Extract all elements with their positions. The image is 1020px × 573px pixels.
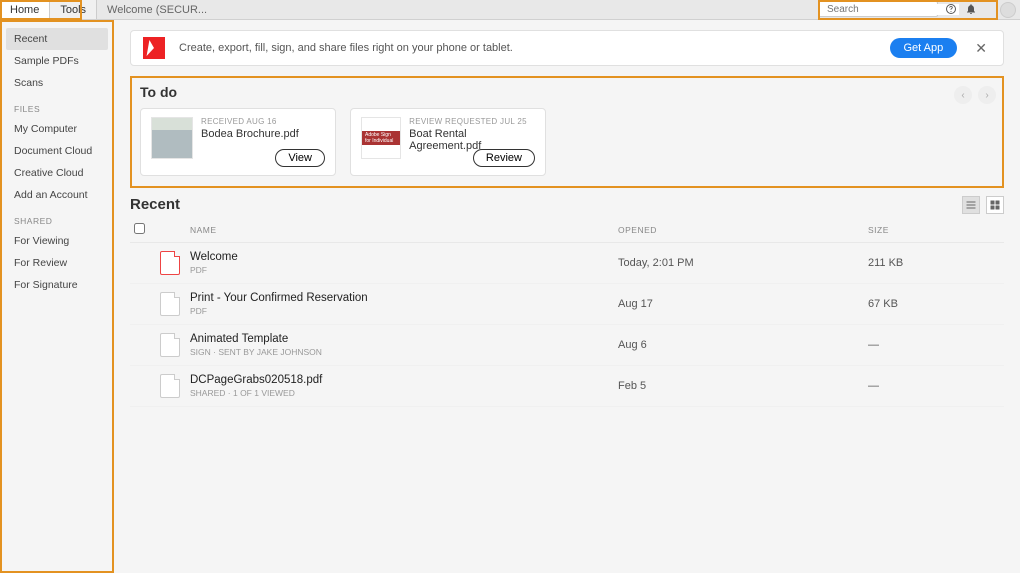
card-filename: Bodea Brochure.pdf: [201, 128, 299, 140]
sidebar-item-for-review[interactable]: For Review: [6, 252, 108, 274]
adobe-logo-icon: [143, 37, 165, 59]
sidebar-item-my-computer[interactable]: My Computer: [6, 118, 108, 140]
card-meta: RECEIVED AUG 16: [201, 117, 299, 126]
file-opened: Aug 6: [614, 325, 864, 366]
card-thumbnail: Adobe Sign for Individual: [361, 117, 401, 159]
file-icon: [160, 374, 180, 398]
sidebar-item-add-account[interactable]: Add an Account: [6, 184, 108, 206]
table-row[interactable]: Animated Template SIGN · Sent by Jake Joh…: [130, 325, 1004, 366]
close-icon[interactable]: ✕: [971, 40, 991, 57]
col-opened: OPENED: [614, 217, 864, 243]
sidebar-item-scans[interactable]: Scans: [6, 72, 108, 94]
list-view-toggle[interactable]: [962, 196, 980, 214]
file-name: Print - Your Confirmed Reservation: [190, 292, 610, 304]
tab-home[interactable]: Home: [0, 0, 50, 19]
avatar[interactable]: [1000, 2, 1016, 18]
recent-table: NAME OPENED SIZE Welcome PDF Today, 2:01 P…: [130, 217, 1004, 407]
file-name: Animated Template: [190, 333, 610, 345]
file-opened: Feb 5: [614, 366, 864, 407]
file-icon: [160, 292, 180, 316]
file-subtext: SHARED · 1 of 1 viewed: [190, 388, 610, 398]
recent-section: Recent NAME OPENED SIZE Welcome PDF Today,…: [130, 196, 1004, 407]
sidebar-item-recent[interactable]: Recent: [6, 28, 108, 50]
search-box[interactable]: [818, 1, 938, 17]
col-name: NAME: [186, 217, 614, 243]
document-tab[interactable]: Welcome (SECUR...: [97, 0, 217, 19]
sidebar-item-creative-cloud[interactable]: Creative Cloud: [6, 162, 108, 184]
table-row[interactable]: Print - Your Confirmed Reservation PDF Aug…: [130, 284, 1004, 325]
sidebar-heading-shared: SHARED: [6, 206, 108, 230]
file-name: Welcome: [190, 251, 610, 263]
file-opened: Aug 17: [614, 284, 864, 325]
file-subtext: PDF: [190, 306, 610, 316]
view-button[interactable]: View: [275, 149, 325, 167]
main-area: Create, export, fill, sign, and share fi…: [114, 20, 1020, 573]
carousel-next-icon[interactable]: ›: [978, 86, 996, 104]
file-subtext: PDF: [190, 265, 610, 275]
file-subtext: SIGN · Sent by Jake Johnson: [190, 347, 610, 357]
sidebar-item-for-signature[interactable]: For Signature: [6, 274, 108, 296]
file-size: —: [864, 325, 1004, 366]
file-opened: Today, 2:01 PM: [614, 243, 864, 284]
sidebar-item-sample-pdfs[interactable]: Sample PDFs: [6, 50, 108, 72]
help-icon[interactable]: [944, 2, 958, 16]
card-meta: REVIEW REQUESTED JUL 25: [409, 117, 535, 126]
file-icon: [160, 251, 180, 275]
select-all-checkbox[interactable]: [134, 223, 145, 234]
file-size: —: [864, 366, 1004, 407]
recent-title: Recent: [130, 196, 1004, 213]
table-row[interactable]: Welcome PDF Today, 2:01 PM211 KB: [130, 243, 1004, 284]
tab-tools[interactable]: Tools: [50, 0, 97, 19]
search-input[interactable]: [827, 4, 959, 15]
bell-icon[interactable]: [964, 2, 978, 16]
review-button[interactable]: Review: [473, 149, 535, 167]
card-thumbnail: [151, 117, 193, 159]
top-bar: Home Tools Welcome (SECUR...: [0, 0, 1020, 20]
todo-title: To do: [140, 84, 177, 100]
sidebar-item-for-viewing[interactable]: For Viewing: [6, 230, 108, 252]
todo-card[interactable]: RECEIVED AUG 16 Bodea Brochure.pdf View: [140, 108, 336, 176]
sidebar: Recent Sample PDFs Scans FILES My Comput…: [0, 20, 114, 573]
banner-text: Create, export, fill, sign, and share fi…: [179, 42, 876, 54]
get-app-button[interactable]: Get App: [890, 38, 958, 58]
col-size: SIZE: [864, 217, 1004, 243]
sidebar-heading-files: FILES: [6, 94, 108, 118]
promo-banner: Create, export, fill, sign, and share fi…: [130, 30, 1004, 66]
file-icon: [160, 333, 180, 357]
sidebar-item-document-cloud[interactable]: Document Cloud: [6, 140, 108, 162]
grid-view-toggle[interactable]: [986, 196, 1004, 214]
file-name: DCPageGrabs020518.pdf: [190, 374, 610, 386]
file-size: 67 KB: [864, 284, 1004, 325]
carousel-prev-icon[interactable]: ‹: [954, 86, 972, 104]
todo-section: To do RECEIVED AUG 16 Bodea Brochure.pdf…: [130, 76, 1004, 188]
table-row[interactable]: DCPageGrabs020518.pdf SHARED · 1 of 1 vie…: [130, 366, 1004, 407]
todo-card[interactable]: Adobe Sign for Individual REVIEW REQUEST…: [350, 108, 546, 176]
file-size: 211 KB: [864, 243, 1004, 284]
